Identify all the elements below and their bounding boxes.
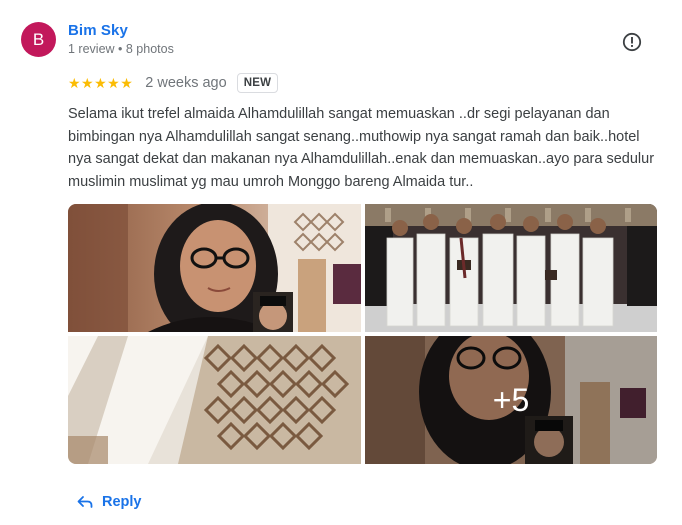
photo-grid: +5 bbox=[68, 204, 657, 464]
more-photos-count[interactable]: +5 bbox=[365, 336, 657, 464]
reviewer-meta: 1 review • 8 photos bbox=[68, 42, 174, 56]
selfie-photo[interactable] bbox=[68, 204, 361, 332]
new-badge: NEW bbox=[236, 73, 279, 93]
star-rating: ★★★★★ bbox=[68, 74, 134, 91]
avatar[interactable]: B bbox=[21, 22, 56, 57]
reviewer-name[interactable]: Bim Sky bbox=[68, 22, 128, 39]
review-time: 2 weeks ago bbox=[145, 75, 227, 91]
reply-arrow-icon bbox=[77, 496, 93, 508]
review-text: Selama ikut trefel almaida Alhamdulillah… bbox=[68, 106, 655, 190]
reply-label: Reply bbox=[102, 494, 142, 510]
reply-button[interactable]: Reply bbox=[76, 490, 142, 514]
report-icon[interactable] bbox=[622, 32, 642, 52]
rating-row: ★★★★★ 2 weeks ago NEW bbox=[68, 72, 279, 94]
ceiling-photo[interactable] bbox=[68, 336, 361, 464]
selfie-photo-2[interactable]: +5 bbox=[365, 336, 657, 464]
group-photo[interactable] bbox=[365, 204, 657, 332]
